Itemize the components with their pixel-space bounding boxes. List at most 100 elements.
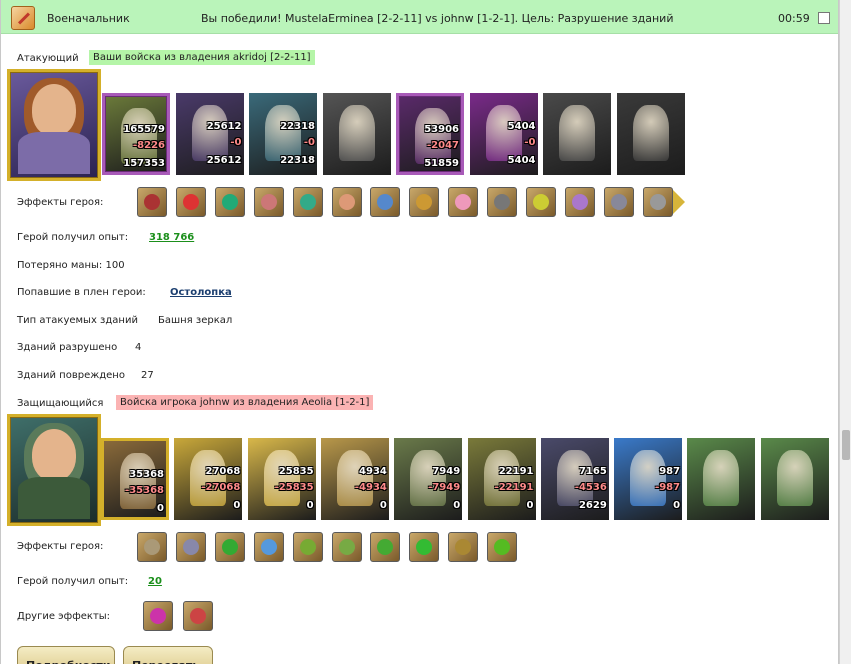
unit-card[interactable]: 22191 -22191 0 [467, 438, 536, 520]
battle-result-text: Вы победили! MustelaErminea [2-2-11] vs … [201, 12, 674, 25]
crossbowman-icon [410, 450, 447, 506]
unit-loss: -0 [303, 137, 315, 148]
details-button[interactable]: Подробности [17, 646, 115, 664]
scrollbar-thumb[interactable] [842, 430, 850, 460]
effect-glyph [338, 539, 355, 555]
unit-card[interactable]: 7165 -4536 2629 [540, 438, 609, 520]
unit-remain: 157353 [123, 158, 165, 169]
forward-button[interactable]: Переслать [123, 646, 213, 664]
unit-card[interactable]: 987 -987 0 [614, 438, 683, 520]
defender-exp-value[interactable]: 20 [148, 576, 162, 587]
minimize-checkbox[interactable] [818, 12, 830, 24]
feather-icon[interactable] [292, 532, 323, 562]
handshake-icon[interactable] [253, 187, 284, 217]
reel-icon[interactable] [175, 532, 206, 562]
unit-card[interactable]: 25835 -25835 0 [247, 438, 316, 520]
shield-crest-icon[interactable] [183, 601, 213, 631]
hero-face [32, 84, 76, 136]
crystal-tower-icon [776, 450, 813, 506]
captured-hero-link[interactable]: Остолопка [170, 287, 232, 298]
star-burst-icon[interactable] [253, 532, 284, 562]
leaf-icon[interactable] [448, 187, 479, 217]
unit-card[interactable] [687, 438, 756, 520]
attacker-army-tag: Ваши войска из владения akridoj [2-2-11] [89, 50, 315, 65]
dragon-knight-icon [265, 105, 301, 161]
dwarf-merchant-icon [120, 453, 156, 509]
vine-icon[interactable] [370, 532, 401, 562]
unit-card[interactable] [543, 93, 611, 175]
unit-card[interactable]: 25612 -0 25612 [175, 93, 244, 175]
unit-remain: 22318 [280, 155, 315, 166]
attacker-exp-label: Герой получил опыт: [17, 232, 129, 243]
hero-face [32, 429, 76, 481]
unit-card[interactable]: 4934 -4934 0 [320, 438, 389, 520]
effect-glyph [416, 539, 433, 555]
title-bar: Военачальник Вы победили! MustelaErminea… [1, 0, 838, 34]
clover-icon[interactable] [409, 532, 440, 562]
unit-count: 5404 [507, 121, 536, 132]
unit-count: 35368 [129, 469, 164, 480]
unit-loss: -7949 [428, 482, 461, 493]
handshake-icon[interactable] [331, 187, 362, 217]
effect-glyph [182, 539, 199, 555]
target-buildings-value: Башня зеркал [158, 315, 233, 326]
dagger-icon[interactable] [642, 187, 673, 217]
ghost-bird-icon [338, 105, 375, 161]
defender-hero-portrait[interactable] [7, 414, 101, 526]
skeleton-archer-icon [415, 108, 451, 164]
beast-skull-icon[interactable] [137, 187, 167, 217]
crystal-tower-icon [703, 450, 740, 506]
bow-icon[interactable] [448, 532, 479, 562]
unit-count: 4934 [359, 466, 387, 477]
crystal-hand-icon[interactable] [370, 187, 401, 217]
unit-card[interactable]: 35368 -35368 0 [101, 438, 169, 520]
attacker-exp-value[interactable]: 318 766 [149, 232, 194, 243]
dice-icon[interactable] [175, 187, 206, 217]
effect-glyph [494, 194, 511, 210]
unit-card[interactable]: 53906 -2047 51859 [396, 93, 464, 175]
effect-glyph [494, 539, 511, 555]
effect-glyph [533, 194, 549, 210]
unit-loss: -0 [230, 137, 242, 148]
unit-card[interactable]: 22318 -0 22318 [249, 93, 317, 175]
sword-icon[interactable] [292, 187, 323, 217]
pegasus-rider-icon [336, 450, 373, 506]
unit-remain: 0 [306, 500, 314, 511]
effect-glyph [144, 194, 160, 210]
ring-icon[interactable] [564, 187, 595, 217]
other-effects-label: Другие эффекты: [17, 611, 111, 622]
effect-glyph [571, 194, 588, 210]
unit-card[interactable] [322, 93, 391, 175]
unit-card[interactable]: 5404 -0 5404 [469, 93, 538, 175]
potion-rack-icon[interactable] [331, 532, 362, 562]
unit-remain: 0 [379, 500, 387, 511]
attacker-hero-portrait[interactable] [7, 69, 101, 181]
unit-loss: -35368 [125, 485, 164, 496]
unit-count: 27068 [205, 466, 241, 477]
leaf-blade-icon[interactable] [214, 532, 245, 562]
unit-card[interactable]: 27068 -27068 0 [174, 438, 243, 520]
unit-card[interactable] [760, 438, 829, 520]
horn-icon[interactable] [409, 187, 440, 217]
vertical-scrollbar[interactable] [839, 0, 851, 664]
clover-gold-icon[interactable] [487, 532, 518, 562]
unit-count: 25612 [206, 121, 242, 132]
jester-flag-icon[interactable] [143, 601, 173, 631]
unit-count: 987 [659, 466, 681, 477]
effects-scroll-right-icon[interactable] [673, 190, 685, 214]
dark-elf-swordsman-icon [191, 105, 228, 161]
effect-glyph [416, 194, 433, 210]
buildings-destroyed-value: 4 [135, 342, 142, 353]
amulet-icon[interactable] [487, 187, 518, 217]
archmage-icon [630, 450, 667, 506]
gauntlet-icon[interactable] [603, 187, 634, 217]
dark-mage-icon [485, 105, 522, 161]
shield-icon[interactable] [214, 187, 245, 217]
twin-masks-icon[interactable] [137, 532, 167, 562]
unit-card[interactable]: 165579 -8226 157353 [102, 93, 170, 175]
hero-armor [18, 477, 90, 519]
unit-card[interactable]: 7949 -7949 0 [394, 438, 463, 520]
crossed-swords-icon [11, 6, 35, 30]
unit-card[interactable] [616, 93, 685, 175]
armor-icon[interactable] [526, 187, 556, 217]
